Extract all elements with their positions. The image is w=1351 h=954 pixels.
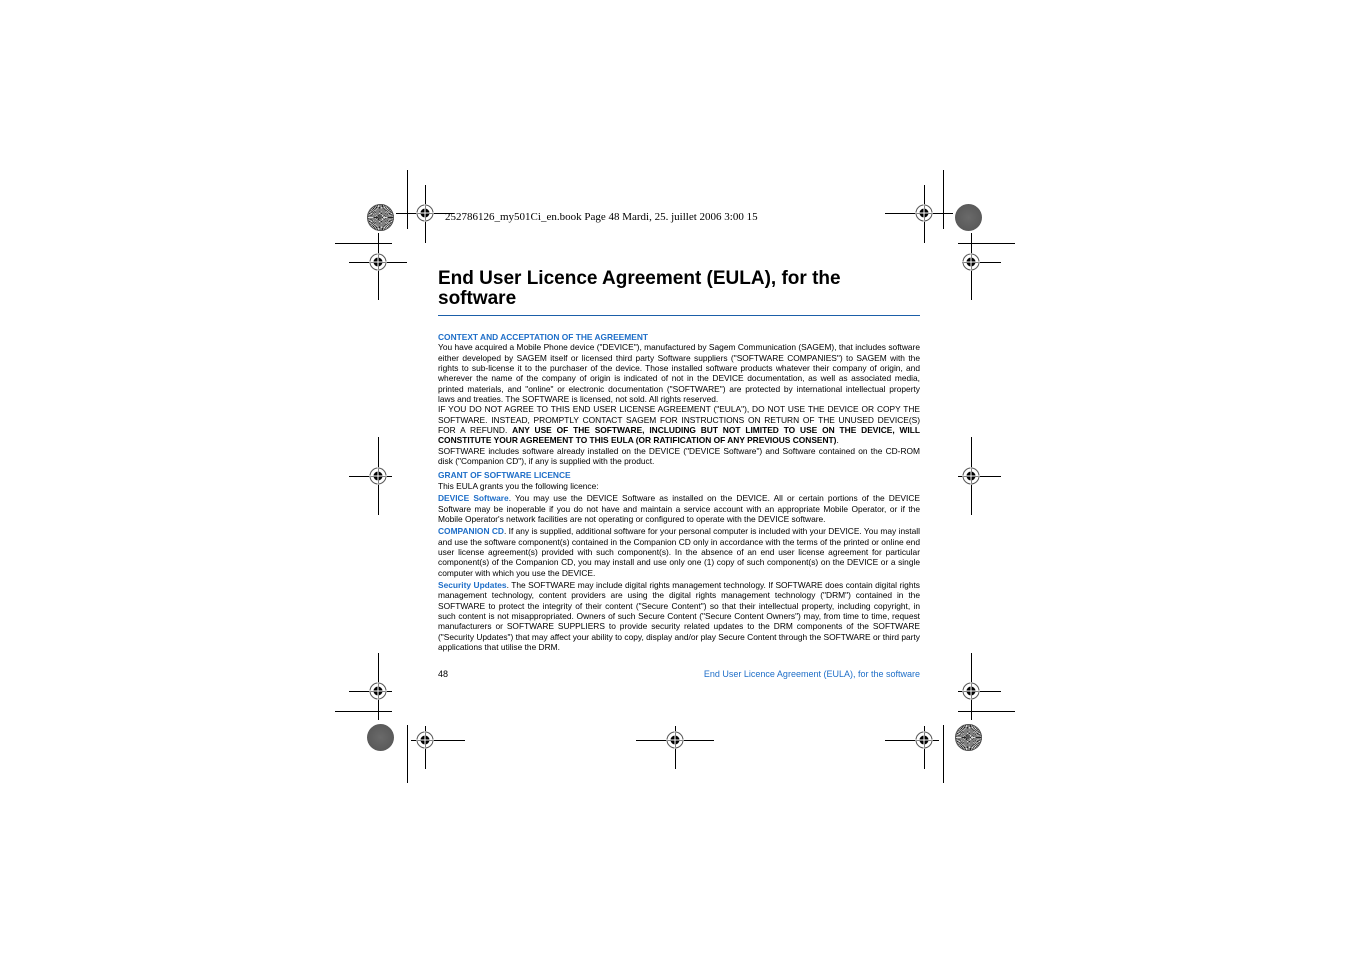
crop-mark: [958, 711, 1015, 712]
registration-mark-icon: [666, 731, 684, 749]
section-heading-context: CONTEXT AND ACCEPTATION OF THE AGREEMENT: [438, 332, 648, 342]
paragraph: COMPANION CD. If any is supplied, additi…: [438, 526, 920, 578]
running-footer-title: End User Licence Agreement (EULA), for t…: [703, 669, 920, 679]
page-title: End User Licence Agreement (EULA), for t…: [438, 268, 841, 309]
registration-mark-icon: [416, 204, 434, 222]
color-star-target-icon: [954, 723, 982, 751]
crop-mark: [407, 725, 408, 783]
color-star-target-icon: [366, 203, 394, 231]
paragraph: This EULA grants you the following licen…: [438, 480, 599, 491]
registration-mark-icon: [915, 204, 933, 222]
registration-mark-icon: [962, 467, 980, 485]
keyword-companion-cd: COMPANION CD: [438, 526, 504, 537]
crop-mark: [335, 243, 392, 244]
registration-mark-icon: [962, 682, 980, 700]
document-body: CONTEXT AND ACCEPTATION OF THE AGREEMENT…: [438, 332, 920, 652]
crop-mark: [958, 243, 1015, 244]
paragraph-end: .: [836, 435, 839, 446]
paragraph: IF YOU DO NOT AGREE TO THIS END USER LIC…: [438, 404, 920, 445]
paragraph: DEVICE Software. You may use the DEVICE …: [438, 493, 920, 524]
keyword-device-software: DEVICE Software: [438, 493, 509, 504]
paragraph-text: . The SOFTWARE may include digital right…: [438, 579, 920, 652]
print-header: 252786126_my501Ci_en.book Page 48 Mardi,…: [445, 211, 758, 223]
registration-mark-icon: [416, 731, 434, 749]
color-star-target-icon: [954, 203, 982, 231]
paragraph-text: . If any is supplied, additional softwar…: [438, 526, 920, 578]
title-divider: [438, 315, 920, 316]
registration-mark-icon: [369, 682, 387, 700]
crop-mark: [407, 170, 408, 229]
registration-mark-icon: [369, 467, 387, 485]
section-heading-grant: GRANT OF SOFTWARE LICENCE: [438, 470, 571, 481]
paragraph-text: . You may use the DEVICE Software as ins…: [438, 493, 920, 524]
crop-mark: [943, 170, 944, 229]
keyword-security-updates: Security Updates: [438, 579, 507, 590]
page-number: 48: [438, 669, 449, 679]
registration-mark-icon: [369, 253, 387, 271]
paragraph: You have acquired a Mobile Phone device …: [438, 342, 920, 405]
color-star-target-icon: [366, 723, 394, 751]
crop-mark: [943, 725, 944, 783]
paragraph: Security Updates. The SOFTWARE may inclu…: [438, 580, 920, 652]
crop-mark: [335, 711, 392, 712]
registration-mark-icon: [962, 253, 980, 271]
paragraph: SOFTWARE includes software already insta…: [438, 445, 920, 467]
registration-mark-icon: [915, 731, 933, 749]
